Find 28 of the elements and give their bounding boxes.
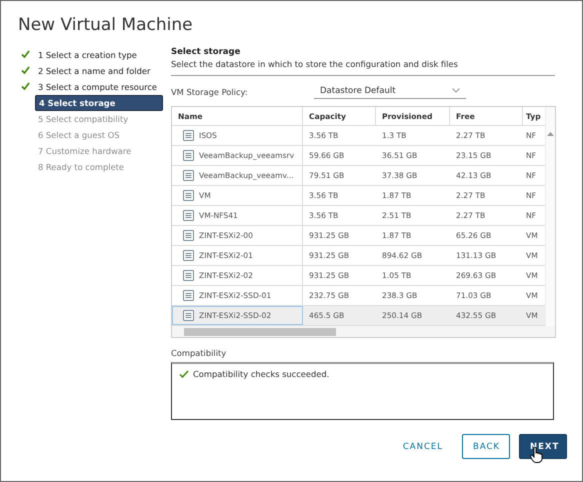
- datastore-icon: [183, 290, 194, 301]
- wizard-step[interactable]: 3 Select a compute resource: [35, 79, 163, 95]
- policy-label: VM Storage Policy:: [171, 87, 249, 97]
- datastore-icon: [183, 250, 194, 261]
- datastore-icon: [183, 210, 194, 221]
- scroll-up-icon[interactable]: [547, 131, 554, 136]
- datastore-icon: [183, 190, 194, 201]
- check-icon: [179, 370, 189, 378]
- datastore-icon: [183, 150, 194, 161]
- section-description: Select the datastore in which to store the configuration and disk files: [171, 59, 555, 76]
- datastore-icon: [183, 230, 194, 241]
- caret-icon: [452, 88, 460, 93]
- wizard-step[interactable]: 2 Select a name and folder: [35, 63, 163, 79]
- compatibility-label: Compatibility: [171, 348, 228, 358]
- window-title: New Virtual Machine: [17, 14, 194, 37]
- wizard-step[interactable]: 1 Select a creation type: [35, 47, 163, 63]
- section-title: Select storage: [171, 47, 242, 59]
- datastore-icon: [183, 270, 194, 281]
- policy-dropdown[interactable]: Datastore Default: [314, 86, 466, 98]
- back-button[interactable]: BACK: [462, 434, 510, 459]
- vertical-scrollbar[interactable]: [545, 107, 555, 326]
- datastore-icon: [183, 130, 194, 141]
- datastore-icon: [183, 170, 194, 181]
- horizontal-scrollbar[interactable]: [172, 326, 555, 337]
- datastore-icon: [183, 310, 194, 321]
- wizard-step[interactable]: 4 Select storage: [35, 95, 163, 111]
- compatibility-message: Compatibility checks succeeded.: [193, 369, 330, 379]
- hand-cursor-icon: [530, 447, 543, 463]
